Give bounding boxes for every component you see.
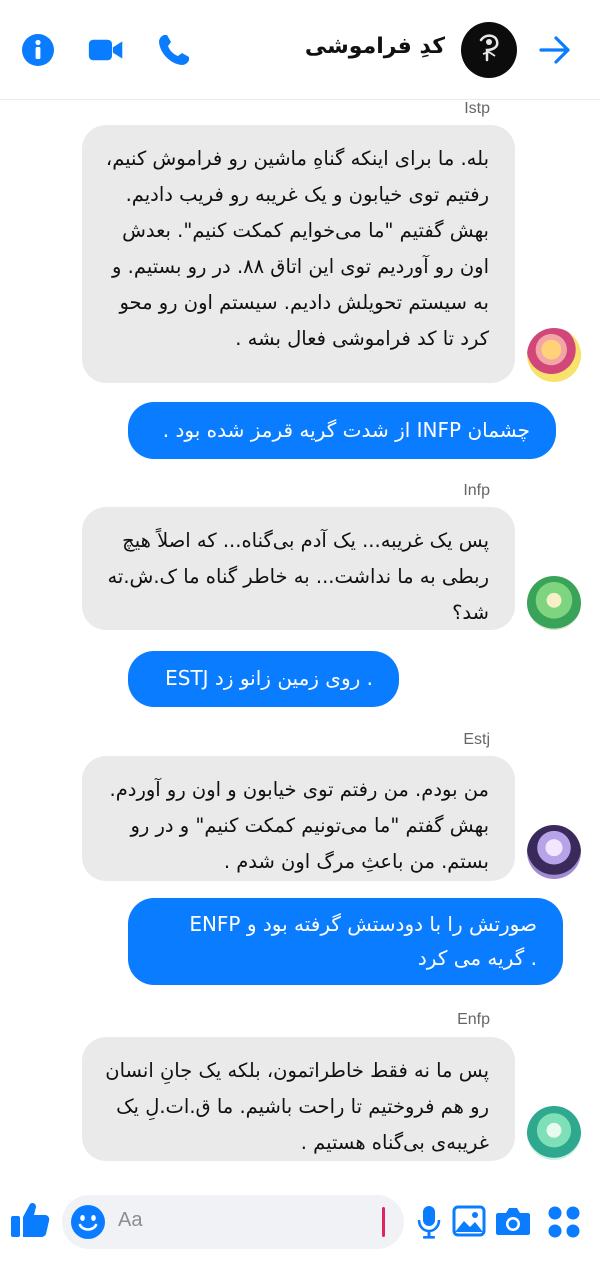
avatar[interactable] [527, 825, 581, 879]
video-call-icon[interactable] [88, 32, 124, 68]
text-cursor [382, 1207, 385, 1237]
message-composer: Aa [0, 1175, 600, 1269]
sender-name: Estj [463, 731, 490, 748]
sender-name: Istp [464, 100, 490, 117]
sender-name: Enfp [457, 1011, 490, 1028]
message-bubble-outgoing[interactable]: ESTJ روی زمین زانو زد . [128, 651, 399, 707]
messenger-chat-screen: کدِ فراموشی Istp بله. ما برای اینکه گناه… [0, 0, 600, 1269]
chat-header: کدِ فراموشی [0, 0, 600, 100]
message-bubble-incoming[interactable]: پس یک غریبه... یک آدم بی‌گناه... که اصلا… [82, 507, 515, 630]
avatar[interactable] [527, 328, 581, 382]
message-bubble-incoming[interactable]: من بودم. من رفتم توی خیابون و اون رو آور… [82, 756, 515, 881]
message-bubble-incoming[interactable]: پس ما نه فقط خاطراتمون، بلکه یک جانِ انس… [82, 1037, 515, 1161]
gallery-icon[interactable] [452, 1205, 486, 1241]
like-icon[interactable] [10, 1201, 50, 1243]
emoji-icon[interactable] [70, 1204, 106, 1244]
message-input-placeholder: Aa [118, 1209, 143, 1231]
info-icon[interactable] [20, 32, 56, 68]
camera-icon[interactable] [495, 1205, 531, 1241]
microphone-icon[interactable] [416, 1205, 442, 1243]
phone-icon[interactable] [156, 32, 192, 68]
message-bubble-incoming[interactable]: بله. ما برای اینکه گناهِ ماشین رو فراموش… [82, 125, 515, 383]
avatar[interactable] [527, 576, 581, 630]
message-bubble-outgoing[interactable]: ENFP صورتش را با دودستش گرفته بود و گریه… [128, 898, 563, 985]
apps-icon[interactable] [547, 1205, 581, 1243]
chat-title[interactable]: کدِ فراموشی [200, 34, 445, 66]
message-bubble-outgoing[interactable]: چشمان INFP از شدت گریه قرمز شده بود . [128, 402, 556, 459]
sender-name: Infp [463, 482, 490, 499]
message-input[interactable]: Aa [62, 1195, 404, 1249]
back-arrow-icon[interactable] [537, 32, 573, 68]
message-list[interactable]: Istp بله. ما برای اینکه گناهِ ماشین رو ف… [0, 100, 600, 1175]
avatar[interactable] [527, 1106, 581, 1160]
group-avatar[interactable] [461, 22, 517, 78]
